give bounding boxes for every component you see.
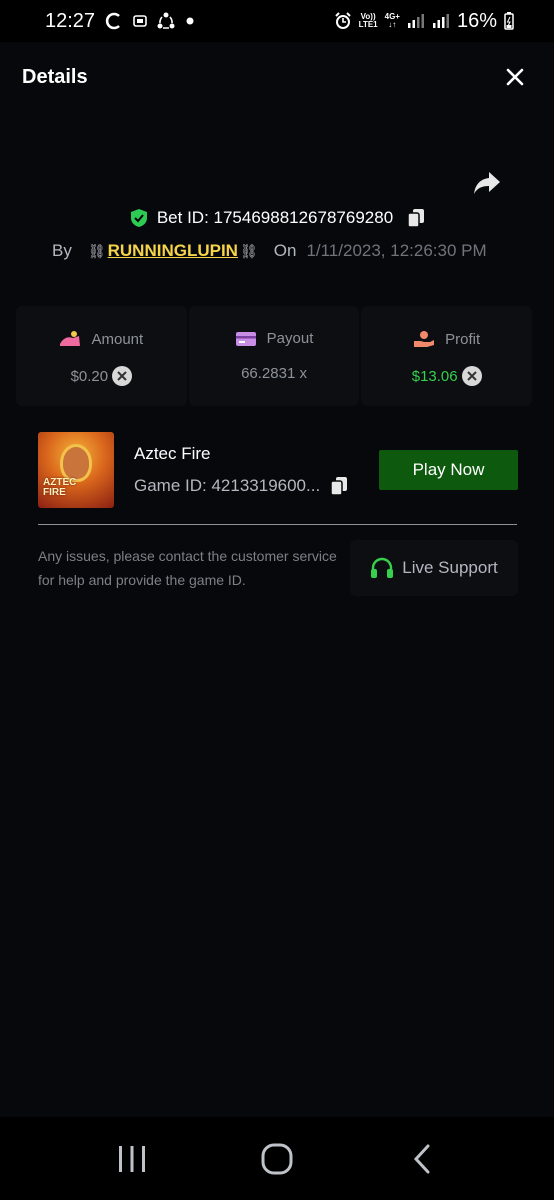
bet-date: 1/11/2023, 12:26:30 PM (306, 241, 487, 260)
payout-value: 66.2831 x (241, 365, 307, 382)
game-name: Aztec Fire (134, 444, 211, 463)
battery-percent: 16% (456, 9, 497, 32)
network-type: 4G+ ↓↑ (385, 13, 400, 29)
bet-id: Bet ID: 1754698812678769280 (156, 208, 394, 227)
amount-value-row: $0.20 (71, 366, 133, 386)
stat-head: Profit (413, 330, 480, 348)
copy-icon (330, 477, 348, 496)
chain-icon: ⛓ (87, 242, 106, 259)
copy-icon (407, 209, 425, 228)
home-icon (261, 1143, 293, 1174)
back-icon (413, 1144, 430, 1173)
data-arrows-icon: ↓↑ (388, 20, 397, 29)
game-id-row: Game ID: 4213319600... (134, 476, 348, 496)
sync-icon (104, 11, 124, 31)
payout-value-row: 66.2831 x (241, 365, 307, 382)
game-thumbnail[interactable]: AZTEC FIRE (38, 432, 114, 508)
status-left: 12:27 (45, 10, 195, 33)
thumbnail-text-2: FIRE (43, 487, 66, 498)
payout-label: Payout (266, 330, 314, 347)
stats-panel: Amount $0.20 Payout 66.2831 x Profit $13… (16, 306, 533, 406)
stat-profit: Profit $13.06 (361, 306, 533, 406)
copy-bet-id-button[interactable] (407, 208, 425, 228)
card-icon (235, 331, 256, 346)
screen: 12:27 Vo)) LTE1 4G+ ↓↑ 16% Details Bet I… (0, 0, 554, 1200)
status-right: Vo)) LTE1 4G+ ↓↑ 16% (334, 10, 514, 33)
status-bar: 12:27 Vo)) LTE1 4G+ ↓↑ 16% (0, 0, 554, 42)
game-info: Aztec Fire Game ID: 4213319600... (134, 444, 348, 496)
share-arrow-icon (474, 172, 500, 194)
share-button[interactable] (472, 170, 506, 200)
stat-payout: Payout 66.2831 x (188, 306, 360, 406)
profit-hand-icon (414, 331, 435, 347)
battery-icon (504, 12, 514, 30)
live-support-button[interactable]: Live Support (350, 540, 518, 596)
live-support-label: Live Support (402, 558, 498, 577)
close-icon (506, 68, 524, 86)
profit-value-row: $13.06 (412, 366, 482, 386)
game-row: AZTEC FIRE Aztec Fire Game ID: 421331960… (38, 432, 518, 508)
network-lte: LTE1 (358, 20, 378, 29)
status-time: 12:27 (45, 9, 96, 32)
profit-label: Profit (445, 330, 481, 348)
header: Details (0, 42, 554, 112)
profit-value: $13.06 (411, 367, 458, 385)
recents-button[interactable] (102, 1129, 162, 1189)
alarm-icon (334, 12, 352, 30)
stat-amount: Amount $0.20 (16, 306, 187, 406)
coin-icon (461, 366, 482, 386)
navigation-bar (0, 1117, 554, 1200)
username-link[interactable]: RUNNINGLUPIN (108, 241, 238, 261)
details-sheet: Details Bet ID: 1754698812678769280 By ⛓… (0, 42, 554, 1117)
dot-icon (185, 16, 195, 26)
network-label: Vo)) LTE1 (359, 13, 378, 29)
amount-label: Amount (91, 330, 144, 348)
image-icon (133, 14, 147, 28)
stat-head: Payout (235, 330, 314, 347)
page-title: Details (22, 65, 88, 88)
signal-icon (407, 13, 425, 29)
amount-icon (60, 331, 81, 346)
by-label: By (52, 241, 72, 260)
game-id: Game ID: 4213319600... (134, 476, 321, 495)
bettor-row: By ⛓ RUNNINGLUPIN ⛓ On 1/11/2023, 12:26:… (52, 241, 524, 261)
divider (38, 524, 517, 525)
signal-icon (432, 13, 450, 29)
back-button[interactable] (392, 1129, 452, 1189)
coin-icon (112, 366, 133, 386)
shield-check-icon (130, 209, 147, 227)
play-now-button[interactable]: Play Now (379, 450, 518, 490)
thumbnail-title: AZTEC FIRE (43, 478, 76, 498)
chain-icon: ⛓ (239, 242, 258, 259)
headset-icon (371, 557, 394, 578)
support-row: Any issues, please contact the customer … (38, 540, 518, 596)
close-button[interactable] (498, 60, 532, 94)
support-text: Any issues, please contact the customer … (38, 548, 337, 588)
home-button[interactable] (247, 1129, 307, 1189)
stat-head: Amount (59, 330, 143, 348)
on-label: On (273, 241, 297, 260)
bet-id-row: Bet ID: 1754698812678769280 (0, 208, 554, 228)
amount-value: $0.20 (70, 367, 109, 385)
share-circle-icon (156, 11, 176, 31)
recents-icon (119, 1145, 146, 1172)
copy-game-id-button[interactable] (330, 476, 348, 496)
